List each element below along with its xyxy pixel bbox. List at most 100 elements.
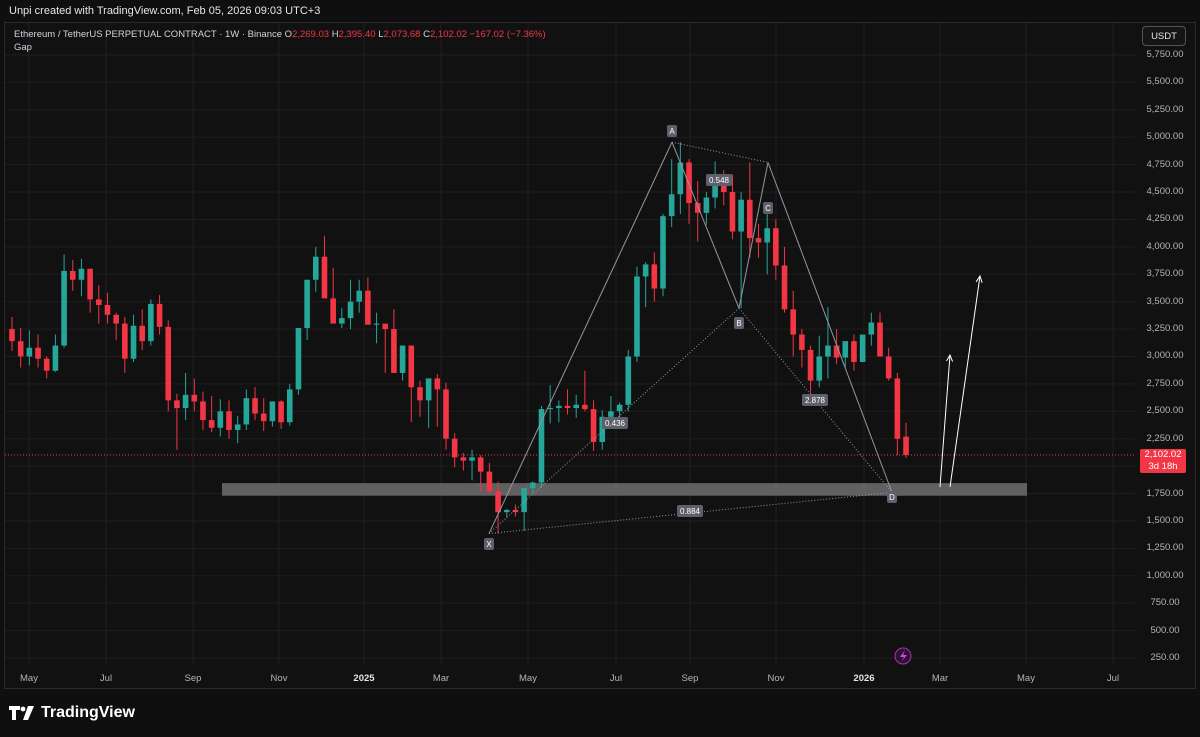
candle-body: [391, 329, 397, 373]
price-scale-label: 1,000.00: [1146, 569, 1184, 581]
candle-body: [200, 401, 206, 421]
currency-button[interactable]: USDT: [1142, 26, 1186, 46]
tradingview-logo-icon: [9, 706, 34, 720]
pattern-point-label: A: [669, 127, 675, 136]
candle-body: [556, 405, 562, 409]
candle-body: [417, 387, 423, 401]
candle-body: [35, 347, 41, 359]
candle-body: [286, 389, 293, 423]
candle-body: [148, 303, 154, 342]
candle-body: [582, 404, 588, 410]
pattern-leg: [671, 141, 740, 309]
candle-body: [773, 228, 779, 266]
candle-body: [191, 394, 198, 402]
candle-body: [443, 389, 449, 439]
candle-body: [226, 411, 232, 430]
price-scale-label: 4,000.00: [1146, 240, 1184, 252]
candle-body: [313, 256, 319, 280]
candle-body: [243, 398, 250, 425]
candle-body: [842, 341, 849, 358]
price-scale-label: 5,000.00: [1146, 131, 1184, 143]
tradingview-logo-text: TradingView: [41, 704, 135, 721]
price-scale-label: 3,500.00: [1146, 295, 1184, 307]
candle-body: [642, 264, 649, 277]
candle-body: [686, 162, 692, 203]
price-scale-label: 5,750.00: [1146, 48, 1184, 60]
price-scale-label: 5,500.00: [1146, 76, 1184, 88]
candle-body: [365, 290, 371, 325]
candle-body: [486, 471, 493, 492]
candle-body: [278, 401, 284, 423]
candle-body: [816, 356, 823, 381]
high-key: H: [331, 29, 339, 40]
candle-body: [651, 264, 658, 289]
candle-body: [477, 457, 484, 472]
symbol-title[interactable]: Ethereum / TetherUS PERPETUAL CONTRACT ·…: [14, 29, 282, 40]
candle-body: [69, 270, 76, 280]
candle-body: [460, 457, 467, 461]
price-scale-label: 4,500.00: [1146, 186, 1184, 198]
pattern-point-label: B: [736, 319, 741, 328]
candle-body: [790, 309, 796, 335]
tradingview-logo[interactable]: TradingView: [9, 704, 135, 722]
candle-body: [807, 349, 814, 381]
pattern-point-label: X: [486, 540, 492, 549]
candle-body: [451, 438, 458, 458]
price-scale-label: 5,250.00: [1146, 103, 1184, 115]
time-scale-label: Sep: [184, 673, 202, 684]
candle-body: [61, 270, 67, 346]
time-scale-label: Jul: [1106, 673, 1120, 684]
projection-arrow: [939, 354, 951, 488]
current-price-badge: 2,102.02 3d 18h: [1140, 449, 1186, 473]
candle-body: [260, 413, 267, 422]
time-scale-label: Jul: [609, 673, 623, 684]
pattern-ratio-label: 0.884: [680, 507, 701, 516]
candle-body: [634, 276, 640, 357]
candle-body: [156, 303, 163, 327]
price-scale-label: 2,750.00: [1146, 377, 1184, 389]
candle-body: [868, 322, 875, 335]
time-scale-label: Mar: [432, 673, 450, 684]
candle-body: [339, 318, 345, 324]
candle-body: [373, 323, 380, 325]
price-chart[interactable]: X A B C D 0.548 0.436 2.878 0.884: [0, 0, 1200, 737]
candle-body: [608, 411, 614, 417]
candle-body: [182, 394, 189, 409]
open-value: 2,269.03: [292, 29, 330, 40]
candle-body: [616, 404, 623, 412]
candle-body: [295, 327, 302, 390]
candle-body: [469, 457, 475, 461]
price-scale-label: 250.00: [1150, 652, 1180, 663]
candle-body: [165, 326, 172, 401]
low-value: 2,073.68: [383, 29, 421, 40]
candle-body: [234, 424, 241, 430]
candle-body: [217, 411, 224, 428]
price-scale-label: 1,750.00: [1146, 487, 1184, 499]
candle-body: [96, 299, 102, 305]
indicator-gap-label[interactable]: Gap: [14, 42, 32, 53]
candle-body: [747, 199, 753, 239]
time-scale-label: 2025: [353, 673, 375, 684]
candle-body: [113, 314, 119, 324]
change-value: −167.02 (−7.36%): [469, 29, 546, 40]
pattern-ratio-label: 0.548: [709, 176, 730, 185]
candle-body: [799, 334, 805, 350]
candle-body: [521, 488, 527, 513]
candle-body: [903, 436, 909, 455]
candle-body: [885, 356, 892, 379]
price-scale-label: 1,500.00: [1146, 514, 1184, 526]
open-key: O: [284, 29, 293, 40]
candle-body: [130, 325, 137, 359]
candle-body: [43, 358, 50, 371]
candle-body: [347, 301, 354, 319]
close-key: C: [423, 29, 430, 40]
price-scale-label: 750.00: [1150, 597, 1180, 609]
time-scale-label: Mar: [931, 673, 949, 684]
candle-body: [894, 378, 901, 439]
candle-body: [660, 216, 666, 289]
pattern-leg: [488, 141, 673, 534]
price-scale-label: 4,750.00: [1146, 158, 1184, 170]
candle-body: [729, 192, 736, 232]
candle-body: [321, 256, 328, 299]
candle-body: [564, 405, 571, 409]
